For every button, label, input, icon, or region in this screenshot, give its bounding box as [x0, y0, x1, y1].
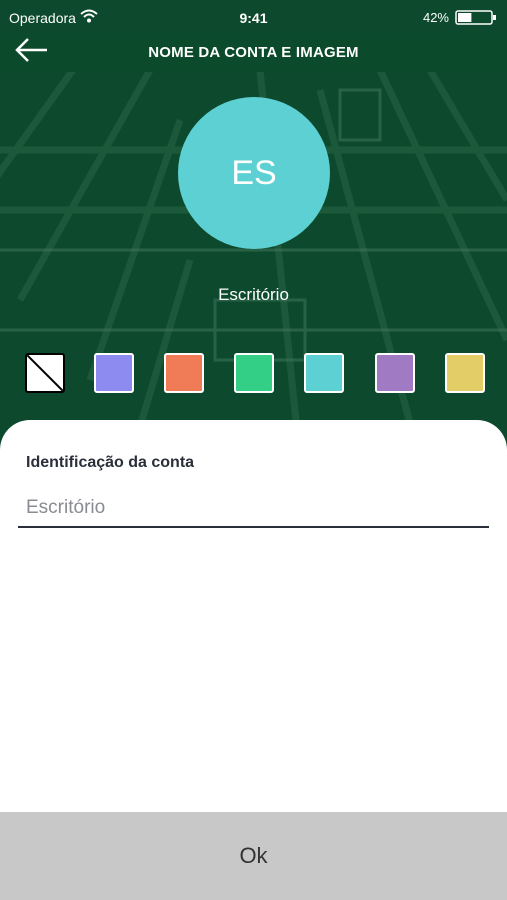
battery-percent: 42% [422, 10, 449, 25]
swatch-orange[interactable] [164, 353, 204, 393]
page-title: NOME DA CONTA E IMAGEM [148, 44, 359, 61]
swatch-cyan[interactable] [304, 353, 344, 393]
form-sheet: Identificação da conta [0, 420, 507, 812]
account-name-label: Escritório [218, 285, 289, 304]
battery-icon [455, 10, 496, 25]
account-name-input[interactable] [18, 490, 489, 528]
header-background: Operadora 9:41 42% NOME DA CONTA E IMAGE… [0, 0, 507, 460]
swatch-yellow[interactable] [445, 353, 485, 393]
swatch-purple[interactable] [375, 353, 415, 393]
nav-bar: NOME DA CONTA E IMAGEM [0, 36, 507, 72]
ok-button[interactable]: Ok [0, 812, 507, 900]
swatch-green[interactable] [234, 353, 274, 393]
field-label: Identificação da conta [26, 454, 195, 471]
no-color-icon [27, 355, 63, 391]
avatar[interactable]: ES [178, 97, 330, 249]
avatar-initials: ES [231, 153, 277, 192]
swatch-none[interactable] [25, 353, 65, 393]
color-swatch-row [0, 353, 507, 393]
status-bar: Operadora 9:41 42% [0, 0, 507, 36]
swatch-blue[interactable] [94, 353, 134, 393]
